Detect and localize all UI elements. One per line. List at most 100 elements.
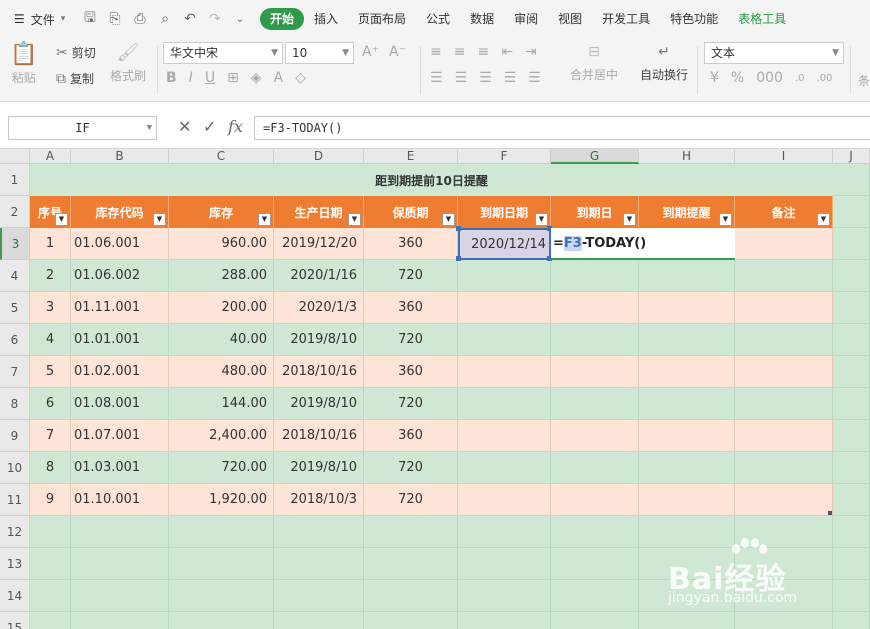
table-cell[interactable]: 144.00: [169, 388, 274, 420]
number-format-select[interactable]: 文本 ▼: [704, 42, 844, 64]
decimal-decrease-icon[interactable]: .00: [817, 73, 833, 84]
table-cell[interactable]: [551, 260, 639, 292]
column-header-d[interactable]: D: [274, 149, 364, 164]
row-header-13[interactable]: 13: [0, 548, 30, 580]
redo-icon[interactable]: ↷: [207, 11, 223, 27]
tab-review[interactable]: 审阅: [504, 8, 548, 30]
filter-dropdown-icon[interactable]: ▼: [442, 213, 455, 226]
table-cell[interactable]: [639, 420, 735, 452]
align-middle-icon[interactable]: ≡: [454, 44, 466, 60]
table-cell[interactable]: 360: [364, 292, 458, 324]
table-cell[interactable]: [458, 324, 551, 356]
table-cell[interactable]: 2019/12/20: [274, 228, 364, 260]
table-cell[interactable]: [735, 292, 833, 324]
table-cell[interactable]: 01.06.002: [71, 260, 169, 292]
filter-dropdown-icon[interactable]: ▼: [348, 213, 361, 226]
cell-g3-editor[interactable]: = F3 -TODAY(): [551, 228, 735, 260]
row-header-11[interactable]: 11: [0, 484, 30, 516]
table-cell[interactable]: 01.02.001: [71, 356, 169, 388]
align-left-icon[interactable]: ☰: [430, 70, 443, 86]
indent-decrease-icon[interactable]: ⇤: [501, 44, 513, 60]
table-cell[interactable]: [458, 260, 551, 292]
table-cell[interactable]: [458, 292, 551, 324]
table-cell[interactable]: 2020/1/16: [274, 260, 364, 292]
filter-dropdown-icon[interactable]: ▼: [623, 213, 636, 226]
table-cell[interactable]: [735, 388, 833, 420]
column-header-c[interactable]: C: [169, 149, 274, 164]
column-header-j[interactable]: J: [833, 149, 870, 164]
row-header-14[interactable]: 14: [0, 580, 30, 612]
row-header-7[interactable]: 7: [0, 356, 30, 388]
table-cell[interactable]: 360: [364, 420, 458, 452]
row-header-10[interactable]: 10: [0, 452, 30, 484]
column-header-a[interactable]: A: [30, 149, 71, 164]
table-cell[interactable]: 9: [30, 484, 71, 516]
table-cell[interactable]: 4: [30, 324, 71, 356]
table-cell[interactable]: 720: [364, 260, 458, 292]
justify-icon[interactable]: ☰: [504, 70, 517, 86]
paste-button[interactable]: 📋 粘贴: [10, 42, 37, 86]
table-cell[interactable]: [458, 484, 551, 516]
table-cell[interactable]: [551, 388, 639, 420]
select-all-corner[interactable]: [0, 149, 30, 164]
table-cell[interactable]: [458, 388, 551, 420]
function-icon[interactable]: fx: [228, 117, 243, 136]
table-cell[interactable]: 2020/1/3: [274, 292, 364, 324]
table-cell[interactable]: 2,400.00: [169, 420, 274, 452]
filter-dropdown-icon[interactable]: ▼: [153, 213, 166, 226]
cut-button[interactable]: ✂ 剪切: [56, 44, 96, 61]
table-cell[interactable]: 720: [364, 324, 458, 356]
table-cell[interactable]: [639, 292, 735, 324]
merge-center-button[interactable]: ⊟ 合并居中: [570, 44, 618, 83]
table-cell[interactable]: 40.00: [169, 324, 274, 356]
thousands-icon[interactable]: 000: [756, 70, 783, 86]
table-cell[interactable]: [551, 484, 639, 516]
table-cell[interactable]: [639, 260, 735, 292]
table-cell[interactable]: [639, 324, 735, 356]
print-icon[interactable]: ⎙: [132, 11, 148, 27]
table-cell[interactable]: 2018/10/3: [274, 484, 364, 516]
confirm-icon[interactable]: ✓: [203, 117, 216, 136]
filter-dropdown-icon[interactable]: ▼: [258, 213, 271, 226]
sheet-title[interactable]: 距到期提前10日提醒: [30, 164, 833, 196]
table-cell[interactable]: 8: [30, 452, 71, 484]
table-cell[interactable]: 1: [30, 228, 71, 260]
table-cell[interactable]: 720: [364, 452, 458, 484]
table-cell[interactable]: [458, 356, 551, 388]
column-header-h[interactable]: H: [639, 149, 735, 164]
table-cell[interactable]: 01.07.001: [71, 420, 169, 452]
table-resize-handle[interactable]: [828, 511, 832, 515]
table-cell[interactable]: 5: [30, 356, 71, 388]
table-cell[interactable]: 480.00: [169, 356, 274, 388]
table-cell[interactable]: [639, 452, 735, 484]
filter-dropdown-icon[interactable]: ▼: [719, 213, 732, 226]
filter-dropdown-icon[interactable]: ▼: [535, 213, 548, 226]
table-cell[interactable]: [735, 452, 833, 484]
align-center-icon[interactable]: ☰: [455, 70, 468, 86]
table-cell[interactable]: [639, 388, 735, 420]
table-cell[interactable]: 01.06.001: [71, 228, 169, 260]
table-cell[interactable]: 720.00: [169, 452, 274, 484]
font-name-select[interactable]: 华文中宋 ▼: [163, 42, 283, 64]
conditional-format-button[interactable]: 条: [858, 72, 870, 89]
table-header-cell[interactable]: 备注 ▼: [735, 196, 833, 228]
table-cell[interactable]: 2: [30, 260, 71, 292]
row-header-2[interactable]: 2: [0, 196, 30, 228]
cancel-icon[interactable]: ✕: [178, 117, 191, 136]
column-header-g[interactable]: G: [551, 149, 639, 164]
clear-format-icon[interactable]: ◇: [295, 70, 306, 86]
table-cell[interactable]: 7: [30, 420, 71, 452]
print-preview-icon[interactable]: ⌕: [157, 11, 173, 27]
row-header-5[interactable]: 5: [0, 292, 30, 324]
table-cell[interactable]: 3: [30, 292, 71, 324]
font-size-select[interactable]: 10 ▼: [285, 42, 354, 64]
filter-dropdown-icon[interactable]: ▼: [817, 213, 830, 226]
table-cell[interactable]: 960.00: [169, 228, 274, 260]
file-menu[interactable]: ☰ 文件 ▾: [0, 11, 82, 28]
column-header-e[interactable]: E: [364, 149, 458, 164]
tab-features[interactable]: 特色功能: [660, 8, 728, 30]
table-cell[interactable]: 2019/8/10: [274, 452, 364, 484]
column-header-b[interactable]: B: [71, 149, 169, 164]
tab-page-layout[interactable]: 页面布局: [348, 8, 416, 30]
font-color-icon[interactable]: A: [274, 70, 284, 86]
